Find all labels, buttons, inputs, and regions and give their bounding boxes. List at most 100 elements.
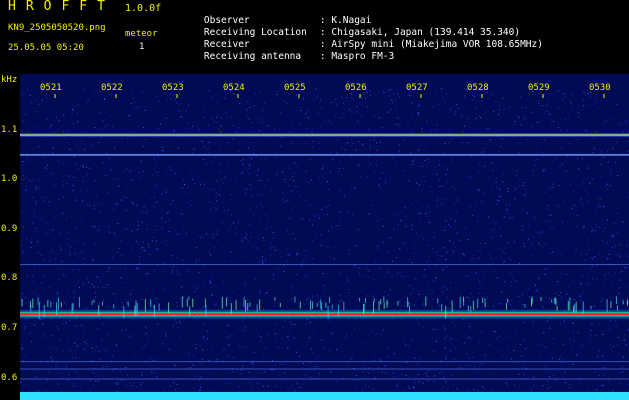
noise-pixel xyxy=(303,117,305,119)
noise-pixel xyxy=(413,388,414,390)
noise-pixel xyxy=(171,258,173,260)
noise-pixel xyxy=(472,215,473,216)
noise-pixel xyxy=(142,299,144,301)
noise-pixel xyxy=(82,176,84,178)
noise-pixel xyxy=(71,112,73,114)
noise-pixel xyxy=(520,96,522,98)
noise-pixel xyxy=(91,347,93,349)
noise-pixel xyxy=(498,114,500,116)
noise-pixel xyxy=(308,182,310,183)
noise-pixel xyxy=(213,322,215,323)
noise-pixel xyxy=(294,390,296,392)
noise-pixel xyxy=(284,179,285,180)
noise-pixel xyxy=(187,187,189,189)
noise-pixel xyxy=(58,246,60,248)
noise-pixel xyxy=(110,115,112,117)
noise-pixel xyxy=(435,129,437,131)
noise-pixel xyxy=(296,382,297,384)
noise-pixel xyxy=(596,264,598,266)
noise-pixel xyxy=(557,90,559,92)
noise-pixel xyxy=(45,167,47,169)
noise-pixel xyxy=(612,148,614,150)
noise-pixel xyxy=(527,224,529,226)
noise-pixel xyxy=(220,125,222,127)
signal-spike xyxy=(441,304,443,312)
signal-spike xyxy=(56,302,57,316)
noise-pixel xyxy=(154,372,155,374)
noise-pixel xyxy=(57,292,59,294)
app-title: HROFFT xyxy=(8,0,115,14)
noise-pixel xyxy=(525,348,527,350)
noise-pixel xyxy=(443,326,445,328)
noise-pixel xyxy=(203,282,205,283)
noise-pixel xyxy=(368,367,370,369)
noise-pixel xyxy=(442,269,444,271)
noise-pixel xyxy=(493,231,495,233)
noise-pixel xyxy=(377,245,379,247)
noise-pixel xyxy=(93,372,95,374)
noise-pixel xyxy=(395,109,397,111)
noise-pixel xyxy=(99,302,101,303)
noise-pixel xyxy=(617,232,619,234)
noise-pixel xyxy=(69,148,71,150)
noise-pixel xyxy=(63,350,65,352)
noise-pixel xyxy=(380,359,382,361)
signal-spike xyxy=(256,304,258,312)
noise-pixel xyxy=(573,204,575,206)
noise-pixel xyxy=(477,220,479,222)
noise-pixel xyxy=(612,234,614,236)
noise-pixel xyxy=(550,386,552,388)
noise-pixel xyxy=(36,111,38,113)
noise-pixel xyxy=(400,275,402,277)
noise-pixel xyxy=(282,171,283,173)
signal-spike xyxy=(249,302,251,307)
noise-pixel xyxy=(260,220,261,222)
noise-pixel xyxy=(135,240,137,242)
noise-pixel xyxy=(561,147,563,149)
noise-pixel xyxy=(98,351,100,352)
noise-pixel xyxy=(444,229,445,231)
noise-pixel xyxy=(199,376,201,377)
noise-pixel xyxy=(352,354,354,356)
noise-pixel xyxy=(252,130,254,132)
noise-pixel xyxy=(37,370,39,372)
noise-pixel xyxy=(529,296,531,298)
noise-pixel xyxy=(145,283,147,285)
noise-pixel xyxy=(296,165,298,167)
noise-pixel xyxy=(403,242,405,244)
noise-pixel xyxy=(263,185,265,187)
noise-pixel xyxy=(241,373,243,375)
noise-pixel xyxy=(209,280,211,282)
noise-pixel xyxy=(465,227,466,229)
noise-pixel xyxy=(343,116,345,118)
noise-pixel xyxy=(611,237,613,239)
noise-pixel xyxy=(330,122,332,124)
noise-pixel xyxy=(75,357,77,359)
noise-pixel xyxy=(583,91,585,93)
noise-pixel xyxy=(72,185,74,186)
noise-pixel xyxy=(611,235,613,237)
noise-pixel xyxy=(379,186,381,188)
noise-pixel xyxy=(605,185,607,187)
noise-pixel xyxy=(55,364,57,365)
noise-pixel xyxy=(560,253,562,255)
noise-pixel xyxy=(287,167,289,169)
noise-pixel xyxy=(105,287,107,289)
noise-pixel xyxy=(450,93,451,95)
noise-pixel xyxy=(176,257,178,259)
noise-pixel xyxy=(84,234,86,236)
noise-pixel xyxy=(409,293,411,295)
noise-pixel xyxy=(26,109,28,111)
noise-pixel xyxy=(503,251,505,253)
noise-pixel xyxy=(65,322,67,324)
noise-pixel xyxy=(26,156,28,158)
noise-pixel xyxy=(544,110,546,112)
noise-pixel xyxy=(357,112,359,114)
noise-pixel xyxy=(168,348,170,350)
noise-pixel xyxy=(85,343,87,345)
noise-pixel xyxy=(599,164,601,166)
noise-pixel xyxy=(390,109,392,110)
noise-pixel xyxy=(436,173,438,175)
noise-pixel xyxy=(175,365,177,367)
noise-pixel xyxy=(538,344,540,346)
